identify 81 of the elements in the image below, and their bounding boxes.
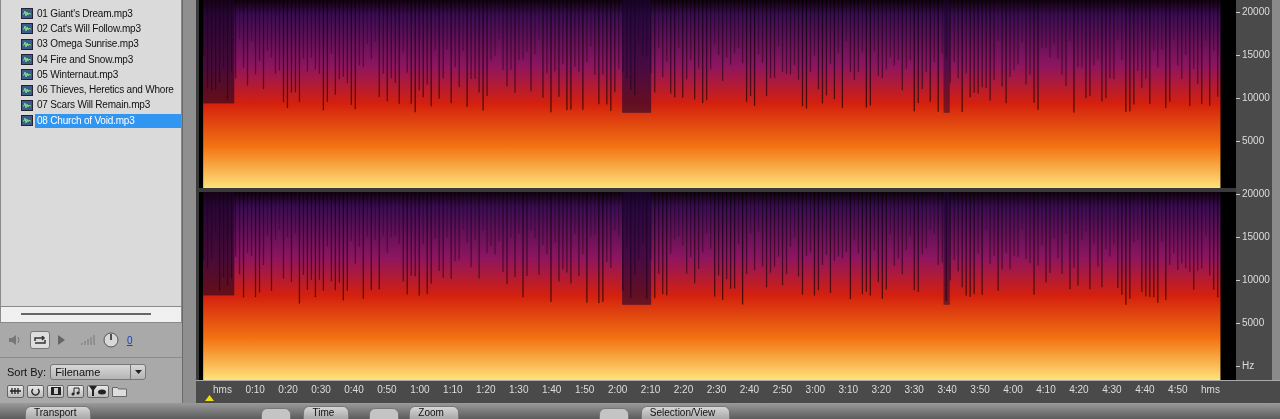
time-label: 3:10 [838, 384, 858, 396]
time-label: 4:20 [1069, 384, 1089, 396]
frequency-label: 15000 [1242, 49, 1270, 60]
audio-file-icon [21, 69, 33, 81]
audio-file-icon [21, 38, 33, 50]
music-note-button[interactable] [67, 385, 84, 398]
time-label: 3:30 [904, 384, 924, 396]
frequency-label: 5000 [1242, 317, 1265, 328]
time-label: 1:00 [410, 384, 430, 396]
time-label: 0:10 [245, 384, 265, 396]
time-label: 4:10 [1036, 384, 1056, 396]
audio-file-icon [21, 84, 33, 96]
levels-icon [10, 387, 21, 396]
time-label: 2:00 [607, 384, 628, 396]
time-unit-label: hms [213, 384, 232, 396]
filter-eye-button[interactable] [87, 385, 109, 398]
file-list-item[interactable]: 03 Omega Sunrise.mp3 [35, 37, 181, 52]
time-label: 1:30 [509, 384, 529, 396]
frequency-label: 10000 [1242, 92, 1270, 103]
frequency-label: 15000 [1242, 231, 1270, 242]
audio-file-icon [21, 54, 33, 66]
time-label: 3:20 [871, 384, 891, 396]
caret-icon [134, 370, 142, 374]
file-list-item[interactable]: 01 Giant's Dream.mp3 [35, 6, 181, 21]
refresh-button[interactable] [27, 385, 44, 398]
time-unit-label: hms [1201, 384, 1220, 396]
time-label: 1:20 [476, 384, 496, 396]
panel-play-tab[interactable] [369, 408, 400, 419]
time-label: 0:20 [278, 384, 298, 396]
frequency-label: 20000 [1242, 188, 1270, 199]
volume-knob[interactable] [103, 332, 119, 349]
panel-play-tab[interactable] [261, 408, 292, 419]
panel-play-tab[interactable] [598, 408, 629, 419]
time-label: 3:40 [937, 384, 957, 396]
frequency-label: 10000 [1242, 274, 1270, 285]
time-label: 1:40 [541, 384, 562, 396]
file-list-item[interactable]: 04 Fire and Snow.mp3 [35, 52, 181, 67]
sort-label: Sort By: [7, 366, 47, 378]
time-label: 2:50 [772, 384, 793, 396]
time-label: 2:40 [739, 384, 760, 396]
audio-file-icon [21, 99, 33, 111]
time-label: 4:30 [1102, 384, 1122, 396]
time-label: 2:20 [673, 384, 694, 396]
time-label: 1:50 [574, 384, 595, 396]
frequency-label: 20000 [1242, 6, 1270, 17]
time-label: 1:10 [443, 384, 463, 396]
audio-file-icon [21, 23, 33, 35]
refresh-icon [31, 387, 40, 396]
file-list-item[interactable]: 07 Scars Will Remain.mp3 [35, 98, 181, 113]
time-label: 3:00 [805, 384, 826, 396]
frequency-label: 5000 [1242, 135, 1265, 146]
volume-bars-icon [81, 335, 95, 346]
loop-button[interactable] [30, 331, 50, 350]
time-label: 4:00 [1003, 384, 1023, 396]
time-label: 4:50 [1168, 384, 1188, 396]
time-label: 0:30 [311, 384, 331, 396]
time-label: 2:30 [706, 384, 727, 396]
music-note-icon [71, 387, 80, 396]
time-label: 0:40 [344, 384, 364, 396]
filter-eye-icon [89, 386, 107, 397]
sort-dropdown[interactable]: Filename [50, 364, 147, 380]
panel-tab[interactable]: Selection/View [640, 406, 731, 419]
panel-tab[interactable]: Zoom [409, 406, 459, 419]
file-list-item[interactable]: 05 Winternaut.mp3 [35, 67, 181, 82]
levels-button[interactable] [7, 385, 24, 398]
file-list-item[interactable]: 06 Thieves, Heretics and Whore [35, 83, 181, 98]
film-icon [50, 387, 61, 396]
time-label: 3:50 [970, 384, 990, 396]
panel-tab[interactable]: Time [303, 406, 350, 419]
time-label: 0:50 [377, 384, 397, 396]
audio-file-icon [21, 8, 33, 20]
panel-tab[interactable]: Transport [25, 406, 92, 419]
time-label: 2:10 [640, 384, 661, 396]
time-label: 4:40 [1135, 384, 1155, 396]
vertical-scrollbar[interactable] [1272, 0, 1280, 380]
audio-file-icon [21, 115, 33, 127]
loop-icon [34, 335, 46, 345]
folder-icon[interactable] [112, 386, 128, 397]
frequency-unit-label: Hz [1242, 360, 1255, 371]
film-button[interactable] [47, 385, 64, 398]
file-list-item[interactable]: 02 Cat's Will Follow.mp3 [35, 21, 181, 36]
